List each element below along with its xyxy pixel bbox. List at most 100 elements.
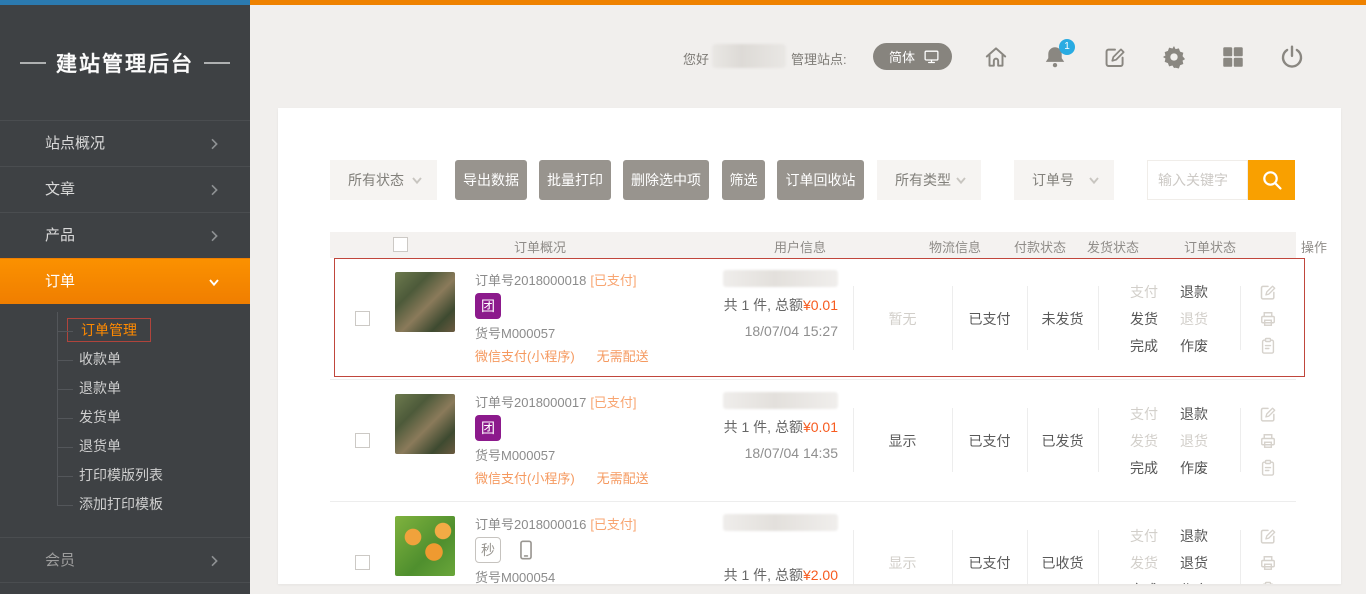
copy-order-button[interactable] [1258, 580, 1278, 585]
type-filter-dropdown[interactable]: 所有类型 [877, 160, 981, 200]
type-filter-value: 所有类型 [895, 170, 951, 190]
redacted-buyer-name [723, 514, 838, 531]
select-all-checkbox[interactable] [393, 237, 408, 252]
export-data-button[interactable]: 导出数据 [455, 160, 527, 200]
clipboard-icon [1258, 580, 1278, 585]
user-info-cell: 共 1 件, 总额¥2.00 [700, 502, 853, 584]
edit-icon [1258, 526, 1278, 546]
search-button[interactable] [1248, 160, 1295, 200]
action-void-link[interactable]: 作废 [1169, 336, 1219, 356]
action-refund-link[interactable]: 退款 [1169, 404, 1219, 424]
action-complete-link[interactable]: 完成 [1119, 580, 1169, 585]
group-buy-badge: 团 [475, 293, 501, 319]
notifications-button[interactable]: 1 [1042, 44, 1068, 70]
order-status-cell: 支付 退款 发货 退货 完成 作废 [1098, 380, 1240, 501]
order-amount: ¥0.01 [803, 419, 838, 435]
batch-print-button[interactable]: 批量打印 [539, 160, 611, 200]
action-refund-link[interactable]: 退款 [1169, 282, 1219, 302]
logistics-value[interactable]: 显示 [889, 431, 917, 451]
row-actions-cell [1240, 380, 1296, 501]
copy-order-button[interactable] [1258, 336, 1278, 356]
submenu-item-receipts[interactable]: 收款单 [57, 345, 250, 374]
row-checkbox[interactable] [355, 555, 370, 570]
col-actions: 操作 [1301, 237, 1327, 256]
submenu-item-print-template-list[interactable]: 打印模版列表 [57, 461, 250, 490]
group-buy-badge: 团 [475, 415, 501, 441]
row-checkbox[interactable] [355, 311, 370, 326]
order-date: 18/07/04 15:27 [745, 323, 838, 339]
row-checkbox[interactable] [355, 433, 370, 448]
sidebar-item-label: 文章 [45, 181, 75, 198]
submenu-item-refund-orders[interactable]: 退款单 [57, 374, 250, 403]
submenu-item-return-orders[interactable]: 退货单 [57, 432, 250, 461]
print-order-button[interactable] [1258, 309, 1278, 329]
edit-order-button[interactable] [1258, 282, 1278, 302]
table-row: 订单号2018000017[已支付] 团 货号M000057 微信支付(小程序)… [330, 380, 1296, 502]
sidebar-item-products[interactable]: 产品 [0, 212, 250, 258]
home-button[interactable] [983, 44, 1009, 70]
search-field-dropdown[interactable]: 订单号 [1014, 160, 1114, 200]
print-order-button[interactable] [1258, 431, 1278, 451]
edit-button[interactable] [1102, 44, 1128, 70]
submenu-item-shipping-orders[interactable]: 发货单 [57, 403, 250, 432]
language-label: 简体 [889, 47, 915, 66]
sidebar-item-site-overview[interactable]: 站点概况 [0, 120, 250, 166]
col-ship-status: 发货状态 [1087, 237, 1139, 256]
copy-order-button[interactable] [1258, 458, 1278, 478]
action-return-link[interactable]: 退货 [1169, 309, 1219, 329]
sidebar-item-articles[interactable]: 文章 [0, 166, 250, 212]
order-number: 订单号2018000017 [475, 395, 586, 410]
action-pay-link[interactable]: 支付 [1119, 526, 1169, 546]
product-thumbnail [395, 516, 455, 576]
action-return-link[interactable]: 退货 [1169, 431, 1219, 451]
logistics-value[interactable]: 暂无 [889, 309, 917, 329]
pay-status-value: 已支付 [969, 553, 1011, 573]
quantity-total: 共 1 件, 总额 [724, 297, 803, 313]
settings-button[interactable] [1161, 44, 1187, 70]
status-filter-value: 所有状态 [348, 170, 404, 190]
submenu-item-order-management[interactable]: 订单管理 [57, 316, 250, 345]
submenu-item-add-print-template[interactable]: 添加打印模板 [57, 490, 250, 519]
action-ship-link[interactable]: 发货 [1119, 309, 1169, 329]
action-void-link[interactable]: 作废 [1169, 458, 1219, 478]
logistics-cell: 显示 [853, 502, 952, 584]
table-body: 订单号2018000018[已支付] 团 货号M000057 微信支付(小程序)… [330, 258, 1296, 584]
delivery-method: 无需配送 [597, 346, 649, 365]
chevron-right-icon [206, 228, 222, 244]
print-order-button[interactable] [1258, 553, 1278, 573]
delete-selected-button[interactable]: 删除选中项 [623, 160, 709, 200]
sidebar-item-orders[interactable]: 订单 [0, 258, 250, 304]
edit-order-button[interactable] [1258, 404, 1278, 424]
action-complete-link[interactable]: 完成 [1119, 336, 1169, 356]
filter-button[interactable]: 筛选 [722, 160, 765, 200]
submenu-item-label: 发货单 [79, 409, 121, 425]
apps-grid-button[interactable] [1220, 44, 1246, 70]
manage-site-label: 管理站点: [791, 49, 847, 68]
clipboard-icon [1258, 458, 1278, 478]
redacted-buyer-name [723, 392, 838, 409]
language-pill-button[interactable]: 简体 [873, 43, 952, 70]
action-ship-link[interactable]: 发货 [1119, 553, 1169, 573]
ship-status-cell: 已发货 [1027, 380, 1098, 501]
action-pay-link[interactable]: 支付 [1119, 404, 1169, 424]
ship-status-cell: 未发货 [1027, 258, 1098, 379]
paid-tag: [已支付] [590, 273, 636, 288]
status-filter-dropdown[interactable]: 所有状态 [330, 160, 437, 200]
action-void-link[interactable]: 作废 [1169, 580, 1219, 585]
action-complete-link[interactable]: 完成 [1119, 458, 1169, 478]
chevron-right-icon [206, 553, 222, 569]
search-input[interactable] [1147, 160, 1248, 200]
action-refund-link[interactable]: 退款 [1169, 526, 1219, 546]
edit-order-button[interactable] [1258, 526, 1278, 546]
logout-button[interactable] [1279, 44, 1305, 70]
clipboard-icon [1258, 336, 1278, 356]
action-return-link[interactable]: 退货 [1169, 553, 1219, 573]
action-pay-link[interactable]: 支付 [1119, 282, 1169, 302]
action-ship-link[interactable]: 发货 [1119, 431, 1169, 451]
table-row: 订单号2018000018[已支付] 团 货号M000057 微信支付(小程序)… [330, 258, 1296, 380]
sidebar-item-members[interactable]: 会员 [0, 537, 250, 583]
logistics-value[interactable]: 显示 [889, 553, 917, 573]
order-recycle-bin-button[interactable]: 订单回收站 [777, 160, 864, 200]
topbar-orange-segment [250, 0, 1366, 5]
edit-icon [1258, 282, 1278, 302]
